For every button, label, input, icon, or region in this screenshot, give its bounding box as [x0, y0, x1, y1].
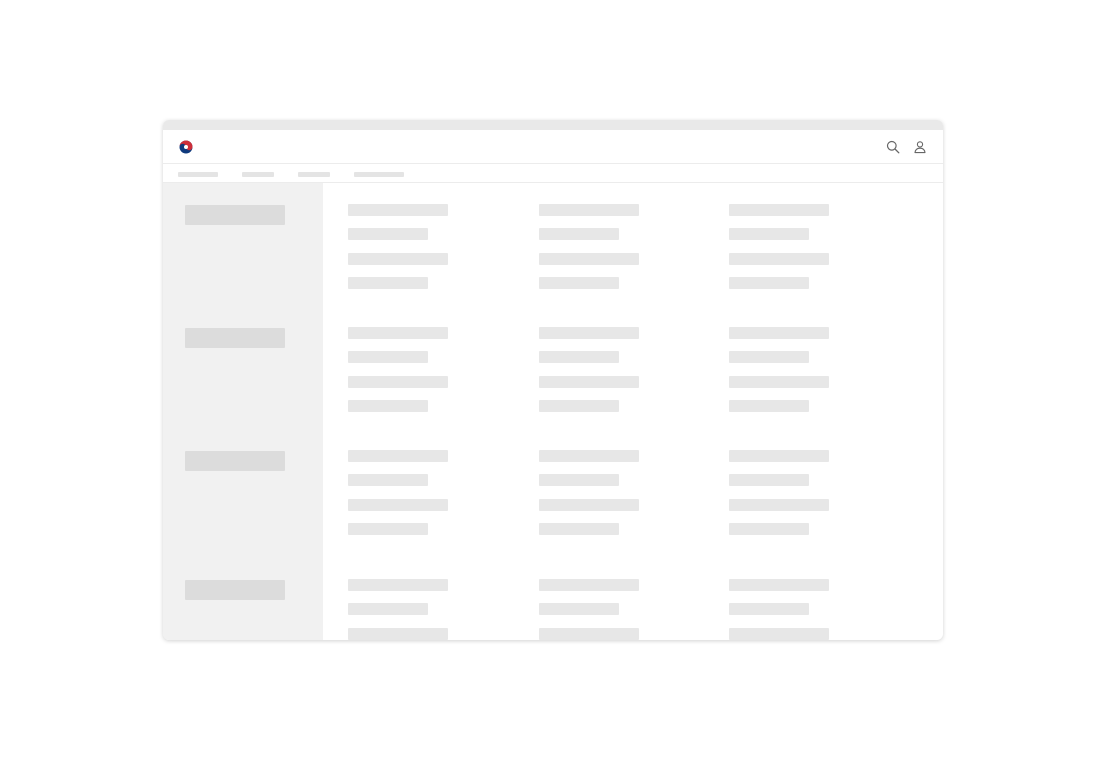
- skeleton-line: [348, 327, 448, 339]
- nav-tab-1[interactable]: [178, 172, 218, 177]
- skeleton-line: [539, 327, 639, 339]
- skeleton-line: [348, 376, 448, 388]
- content-area: [163, 183, 943, 640]
- skeleton-line: [539, 204, 639, 216]
- browser-window: [163, 120, 943, 640]
- skeleton-line: [348, 579, 448, 591]
- skeleton-line: [729, 628, 829, 640]
- skeleton-line: [348, 253, 448, 265]
- skeleton-line: [729, 228, 809, 240]
- skeleton-line: [348, 400, 428, 412]
- skeleton-line: [539, 499, 639, 511]
- skeleton-line: [729, 277, 809, 289]
- korea-government-emblem-icon[interactable]: [178, 139, 194, 155]
- nav-tab-2[interactable]: [242, 172, 274, 177]
- skeleton-line: [729, 450, 829, 462]
- skeleton-line: [348, 277, 428, 289]
- skeleton-line: [348, 450, 448, 462]
- skeleton-line: [539, 579, 639, 591]
- skeleton-line: [348, 499, 448, 511]
- user-icon[interactable]: [912, 139, 928, 155]
- skeleton-section-label: [185, 328, 285, 348]
- nav-tab-3[interactable]: [298, 172, 330, 177]
- skeleton-line: [729, 499, 829, 511]
- skeleton-line: [539, 228, 619, 240]
- skeleton-line: [729, 351, 809, 363]
- skeleton-line: [729, 204, 829, 216]
- skeleton-line: [729, 327, 829, 339]
- skeleton-line: [348, 351, 428, 363]
- skeleton-line: [539, 523, 619, 535]
- skeleton-line: [348, 474, 428, 486]
- skeleton-line: [539, 474, 619, 486]
- site-header: [163, 130, 943, 164]
- skeleton-line: [729, 523, 809, 535]
- skeleton-section-label: [185, 451, 285, 471]
- skeleton-line: [348, 204, 448, 216]
- search-icon[interactable]: [885, 139, 901, 155]
- skeleton-line: [539, 603, 619, 615]
- skeleton-line: [729, 400, 809, 412]
- skeleton-line: [729, 603, 809, 615]
- skeleton-line: [348, 228, 428, 240]
- skeleton-line: [539, 628, 639, 640]
- skeleton-line: [539, 253, 639, 265]
- skeleton-line: [539, 400, 619, 412]
- skeleton-line: [729, 579, 829, 591]
- skeleton-line: [348, 628, 448, 640]
- main-navigation: [163, 164, 943, 183]
- nav-tab-4[interactable]: [354, 172, 404, 177]
- skeleton-line: [348, 523, 428, 535]
- skeleton-line: [729, 376, 829, 388]
- title-bar: [163, 120, 943, 130]
- skeleton-line: [539, 450, 639, 462]
- skeleton-line: [539, 376, 639, 388]
- sidebar: [163, 183, 323, 640]
- skeleton-line: [539, 277, 619, 289]
- skeleton-line: [729, 474, 809, 486]
- skeleton-section-label: [185, 580, 285, 600]
- main-content: [323, 183, 943, 640]
- skeleton-line: [348, 603, 428, 615]
- skeleton-line: [539, 351, 619, 363]
- skeleton-section-label: [185, 205, 285, 225]
- skeleton-line: [729, 253, 829, 265]
